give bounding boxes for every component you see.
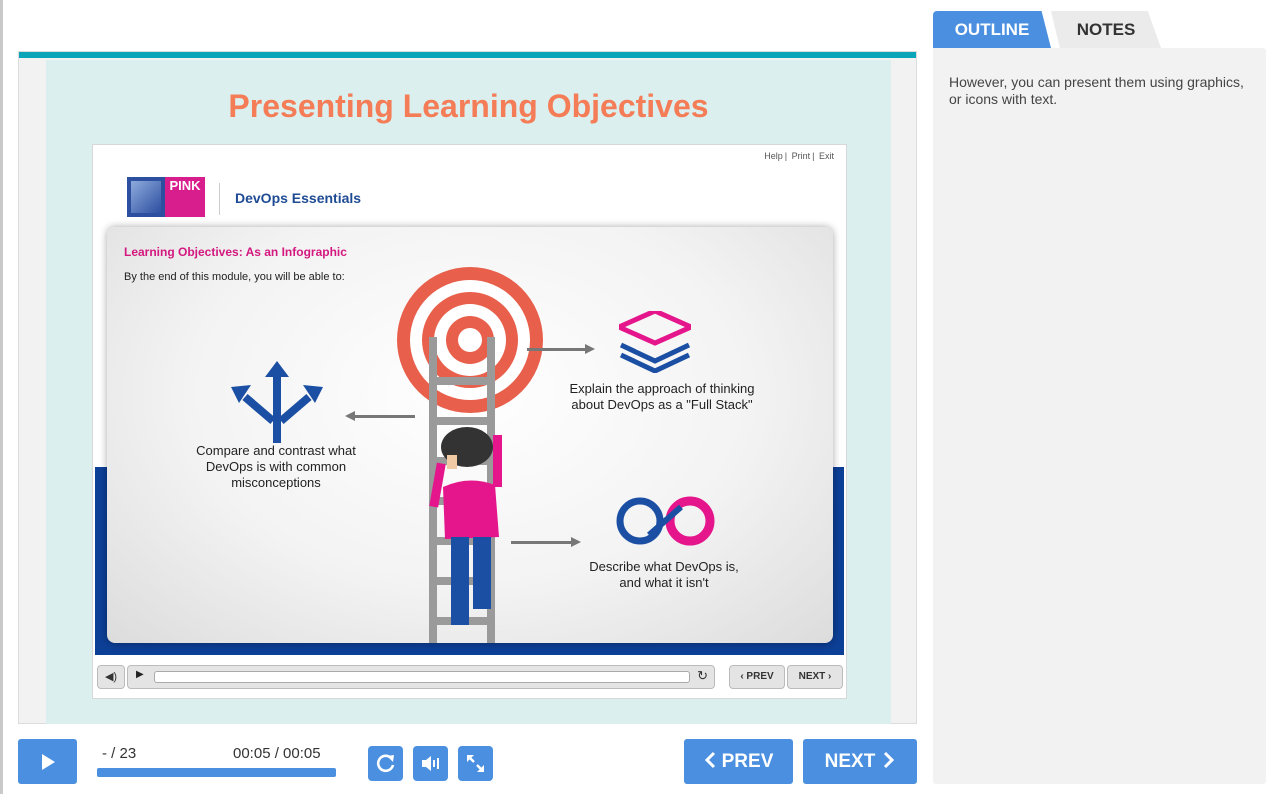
notes-panel: However, you can present them using grap… [933, 48, 1266, 784]
inner-prev-button: ‹ PREV [729, 665, 785, 689]
inner-player-controls: ◀) ▶ ↻ ‹ PREV NEXT › [95, 665, 844, 691]
fullscreen-button[interactable] [458, 746, 493, 781]
time-display: 00:05 / 00:05 [233, 745, 321, 762]
inner-mute-icon: ◀) [97, 665, 125, 689]
exit-link: Exit [818, 151, 834, 161]
page-counter: - / 23 [102, 745, 137, 762]
next-label: NEXT [824, 751, 876, 772]
pink-logo: PINK [127, 177, 205, 217]
arrow-right-bottom [511, 541, 573, 544]
chevron-right-icon [884, 751, 895, 769]
inner-track [154, 671, 690, 683]
logo-divider [219, 183, 220, 215]
split-arrows-icon [231, 361, 323, 443]
prev-button[interactable]: PREV [684, 739, 793, 784]
course-title: DevOps Essentials [235, 190, 362, 206]
expand-icon [467, 755, 484, 772]
notes-text: However, you can present them using grap… [949, 74, 1244, 107]
objectives-card: Learning Objectives: As an Infographic B… [107, 227, 833, 643]
help-link: Help [764, 151, 783, 161]
chevron-left-icon [704, 751, 715, 769]
next-button[interactable]: NEXT [803, 739, 917, 784]
logo-text: PINK [165, 177, 205, 217]
arrow-left [355, 415, 415, 418]
volume-button[interactable] [413, 746, 448, 781]
tiger-icon [131, 181, 161, 213]
arrowhead-right-bottom [571, 537, 581, 547]
person-icon [429, 427, 502, 625]
stage-top-bar [19, 52, 916, 58]
inner-next-button: NEXT › [787, 665, 843, 689]
objectives-heading: Learning Objectives: As an Infographic [124, 245, 347, 259]
volume-icon [422, 756, 439, 771]
slide-title: Presenting Learning Objectives [228, 88, 709, 124]
replay-button[interactable] [368, 746, 403, 781]
devops-loop-icon [616, 496, 715, 546]
play-icon [42, 754, 55, 770]
top-links: Help | Print | Exit [764, 151, 834, 161]
tab-outline[interactable]: OUTLINE [933, 11, 1051, 48]
objective-describe: Describe what DevOps is, and what it isn… [589, 559, 739, 590]
slide: Presenting Learning Objectives Help | Pri… [46, 60, 891, 724]
replay-icon [376, 754, 395, 773]
tab-notes[interactable]: NOTES [1051, 11, 1161, 48]
prev-label: PREV [721, 751, 774, 772]
inner-play-icon: ▶ [136, 669, 144, 680]
play-button[interactable] [18, 739, 77, 784]
arrowhead-left [345, 411, 355, 421]
print-link: Print [791, 151, 811, 161]
window-edge [0, 0, 3, 794]
objective-compare: Compare and contrast what DevOps is with… [196, 443, 356, 490]
objective-full-stack: Explain the approach of thinking about D… [569, 381, 755, 412]
inner-seek-bar: ▶ ↻ [127, 665, 715, 689]
progress-bar[interactable] [97, 768, 336, 777]
arrow-right-top [527, 348, 587, 351]
objectives-subheading: By the end of this module, you will be a… [124, 271, 345, 283]
inner-replay-icon: ↻ [697, 668, 708, 683]
layers-icon [619, 311, 691, 373]
course-screenshot: Help | Print | Exit PINK DevOps Essentials… [92, 144, 847, 699]
arrowhead-right-top [585, 344, 595, 354]
slide-stage: Presenting Learning Objectives Help | Pri… [18, 51, 917, 724]
